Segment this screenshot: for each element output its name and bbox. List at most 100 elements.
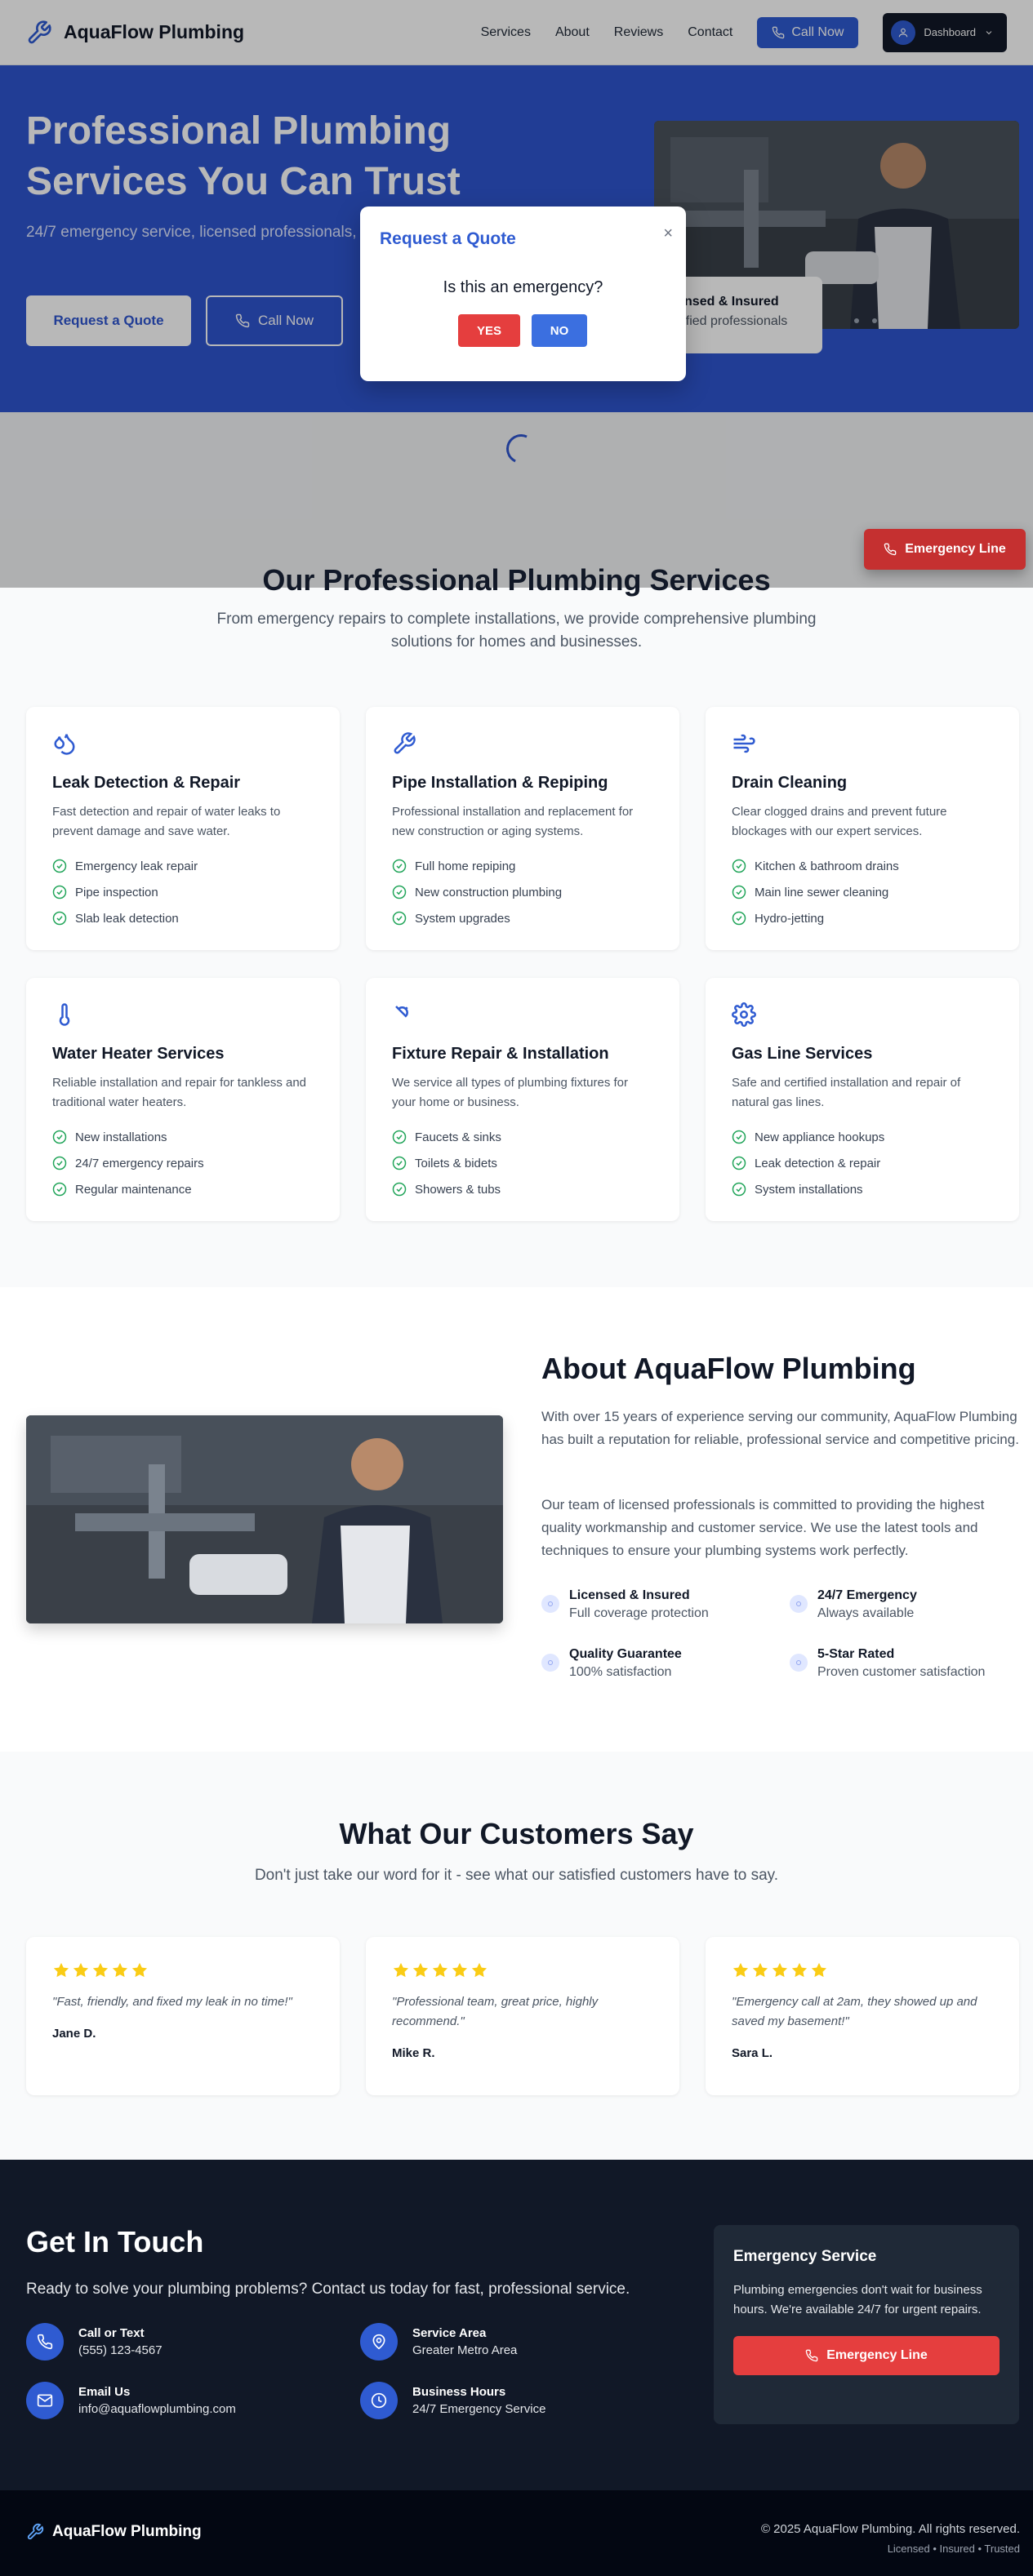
wrench-icon: [26, 2523, 44, 2541]
service-feature-label: Emergency leak repair: [75, 859, 198, 873]
feature-sub: Always available: [817, 1606, 915, 1620]
star-icon: [791, 1962, 808, 1978]
contact-label: Business Hours: [412, 2384, 506, 2399]
star-icon: [412, 1962, 429, 1978]
emergency-line-button[interactable]: Emergency Line: [733, 2336, 1000, 2375]
service-feature: System upgrades: [392, 905, 653, 931]
contact-hours: Business Hours 24/7 Emergency Service: [360, 2382, 545, 2419]
testimonial-quote: "Professional team, great price, highly …: [392, 1995, 599, 2028]
services-subtitle: From emergency repairs to complete insta…: [216, 611, 817, 651]
clock-icon: [360, 2382, 398, 2419]
check-circle-icon: [732, 885, 746, 899]
footer-brand[interactable]: AquaFlow Plumbing: [26, 2523, 202, 2541]
modal-question: Is this an emergency?: [443, 278, 603, 296]
droplets-icon: [52, 731, 314, 756]
contact-subtitle: Ready to solve your plumbing problems? C…: [26, 2281, 630, 2298]
feature-title: 24/7 Emergency: [817, 1588, 917, 1602]
service-card[interactable]: Pipe Installation & Repiping Professiona…: [366, 707, 679, 950]
contact-label: Email Us: [78, 2384, 131, 2399]
check-circle-icon: [392, 885, 407, 899]
check-circle-icon: [52, 1156, 67, 1170]
service-card[interactable]: Leak Detection & Repair Fast detection a…: [26, 707, 340, 950]
quote-modal: Request a Quote × Is this an emergency? …: [360, 207, 686, 381]
feature-dot-icon: [541, 1595, 559, 1613]
contact-email[interactable]: Email Us info@aquaflowplumbing.com: [26, 2382, 236, 2419]
service-feature: Leak detection & repair: [732, 1150, 993, 1176]
service-feature: 24/7 emergency repairs: [52, 1150, 314, 1176]
wind-icon: [732, 731, 993, 756]
service-desc: Professional installation and replacemen…: [392, 805, 634, 838]
service-card[interactable]: Water Heater Services Reliable installat…: [26, 978, 340, 1221]
service-title: Fixture Repair & Installation: [392, 1045, 609, 1063]
service-feature: Emergency leak repair: [52, 853, 314, 879]
feature-sub: 100% satisfaction: [569, 1665, 672, 1679]
check-circle-icon: [52, 885, 67, 899]
service-desc: Fast detection and repair of water leaks…: [52, 805, 281, 838]
feature-sub: Proven customer satisfaction: [817, 1665, 986, 1679]
service-title: Leak Detection & Repair: [52, 774, 241, 792]
service-feature-label: Full home repiping: [415, 859, 516, 873]
service-title: Gas Line Services: [732, 1045, 873, 1063]
service-feature-label: Pipe inspection: [75, 885, 158, 899]
emergency-card-text: Plumbing emergencies don't wait for busi…: [733, 2283, 982, 2316]
service-feature: Slab leak detection: [52, 905, 314, 931]
check-circle-icon: [52, 1130, 67, 1144]
about-photo: [26, 1415, 503, 1623]
star-rating: [392, 1961, 653, 1979]
footer-copyright: © 2025 AquaFlow Plumbing. All rights res…: [760, 2522, 1020, 2536]
site-footer: AquaFlow Plumbing © 2025 AquaFlow Plumbi…: [0, 2490, 1033, 2576]
service-title: Water Heater Services: [52, 1045, 225, 1063]
contact-value: Greater Metro Area: [412, 2343, 518, 2357]
map-pin-icon: [360, 2323, 398, 2361]
service-desc: Safe and certified installation and repa…: [732, 1076, 961, 1109]
service-feature: Regular maintenance: [52, 1176, 314, 1202]
emergency-yes-button[interactable]: YES: [458, 314, 520, 347]
contact-value: 24/7 Emergency Service: [412, 2401, 546, 2416]
contact-title: Get In Touch: [26, 2225, 204, 2258]
testimonial-card: "Fast, friendly, and fixed my leak in no…: [26, 1937, 340, 2095]
feature-dot-icon: [541, 1654, 559, 1672]
about-feature: 24/7 Emergency Always available: [790, 1588, 917, 1621]
star-icon: [112, 1962, 128, 1978]
star-icon: [452, 1962, 468, 1978]
service-feature: Toilets & bidets: [392, 1150, 653, 1176]
service-feature-label: Faucets & sinks: [415, 1130, 501, 1144]
close-icon[interactable]: ×: [663, 224, 673, 243]
service-feature-label: Kitchen & bathroom drains: [755, 859, 899, 873]
emergency-no-button[interactable]: NO: [532, 314, 587, 347]
service-feature-label: New construction plumbing: [415, 885, 563, 899]
contact-area: Service Area Greater Metro Area: [360, 2323, 517, 2361]
about-paragraph: With over 15 years of experience serving…: [541, 1409, 1019, 1447]
footer-legal: © 2025 AquaFlow Plumbing. All rights res…: [761, 2520, 1020, 2559]
star-icon: [732, 1962, 749, 1978]
service-feature: Hydro-jetting: [732, 905, 993, 931]
contact-phone[interactable]: Call or Text (555) 123-4567: [26, 2323, 163, 2361]
check-circle-icon: [732, 1130, 746, 1144]
service-card[interactable]: Gas Line Services Safe and certified ins…: [706, 978, 1019, 1221]
star-icon: [811, 1962, 827, 1978]
star-icon: [471, 1962, 488, 1978]
service-feature-label: System installations: [755, 1182, 863, 1197]
testimonial-card: "Emergency call at 2am, they showed up a…: [706, 1937, 1019, 2095]
about-feature: 5-Star Rated Proven customer satisfaction: [790, 1647, 985, 1680]
contact-value: (555) 123-4567: [78, 2343, 163, 2357]
service-feature-label: New installations: [75, 1130, 167, 1144]
check-circle-icon: [52, 859, 67, 873]
service-card[interactable]: Fixture Repair & Installation We service…: [366, 978, 679, 1221]
star-icon: [432, 1962, 448, 1978]
about-feature: Licensed & Insured Full coverage protecti…: [541, 1588, 709, 1621]
service-feature: New appliance hookups: [732, 1124, 993, 1150]
check-circle-icon: [52, 1182, 67, 1197]
service-card[interactable]: Drain Cleaning Clear clogged drains and …: [706, 707, 1019, 950]
service-feature-label: New appliance hookups: [755, 1130, 885, 1144]
service-feature-label: Main line sewer cleaning: [755, 885, 889, 899]
floating-emergency-label: Emergency Line: [905, 542, 1006, 556]
star-rating: [732, 1961, 993, 1979]
service-desc: Reliable installation and repair for tan…: [52, 1076, 307, 1109]
testimonials-subtitle: Don't just take our word for it - see wh…: [254, 1867, 779, 1884]
testimonial-card: "Professional team, great price, highly …: [366, 1937, 679, 2095]
service-feature-label: 24/7 emergency repairs: [75, 1156, 204, 1170]
phone-icon: [805, 2349, 818, 2362]
modal-title: Request a Quote: [380, 229, 516, 248]
star-icon: [393, 1962, 409, 1978]
